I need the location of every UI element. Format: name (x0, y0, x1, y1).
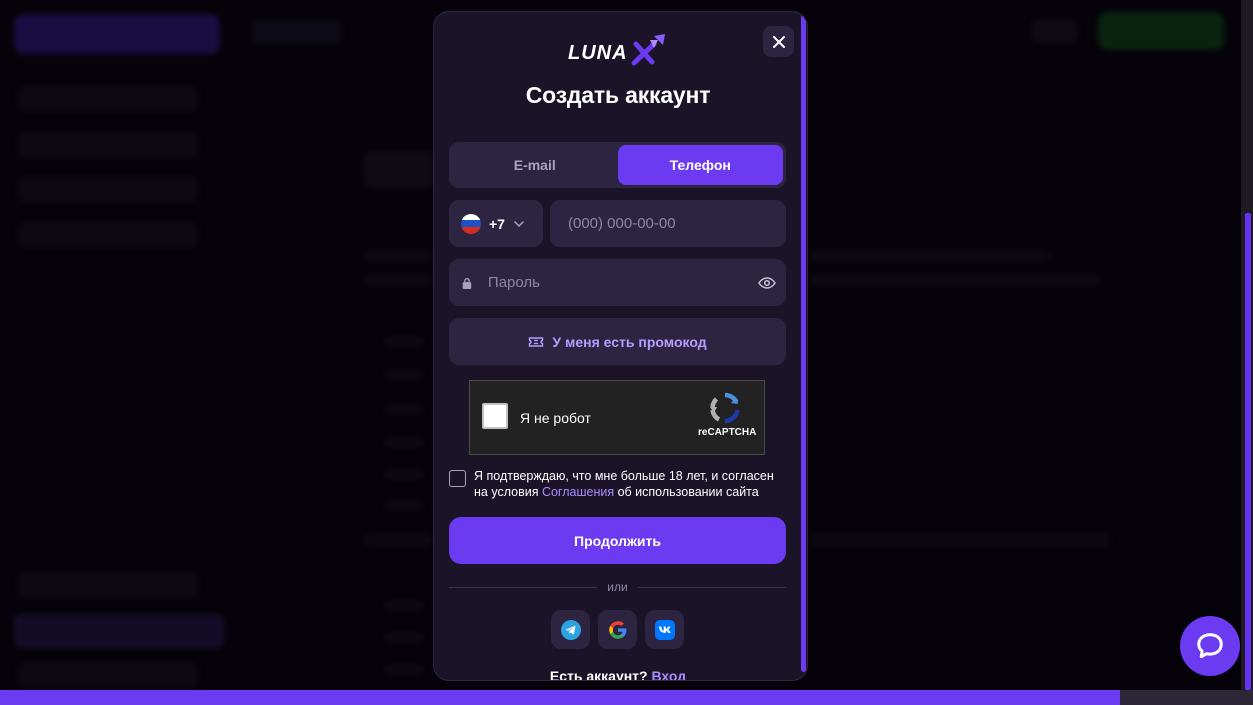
eye-icon[interactable] (758, 276, 776, 290)
login-link[interactable]: Вход (651, 668, 686, 680)
bg-list-item (384, 404, 424, 414)
promo-code-label: У меня есть промокод (552, 333, 707, 350)
bg-register-button (1098, 12, 1224, 50)
bg-sidebar-item (18, 222, 198, 248)
google-icon (608, 620, 626, 639)
or-divider: или (449, 580, 787, 594)
bg-list-item (384, 664, 424, 674)
vk-icon (654, 619, 675, 640)
bg-list-item (384, 438, 424, 448)
ticket-icon (529, 336, 544, 347)
chat-icon (1197, 633, 1223, 659)
google-login-button[interactable] (598, 610, 637, 649)
close-button[interactable] (763, 26, 794, 57)
country-code-select[interactable]: +7 (449, 200, 543, 247)
bg-text-line (364, 274, 434, 286)
recaptcha-brand: reCAPTCHA (698, 427, 757, 438)
recaptcha-icon (710, 392, 740, 424)
lunax-logo: LUNA (568, 34, 665, 66)
tab-phone[interactable]: Телефон (617, 145, 783, 185)
bg-top-tab (252, 20, 342, 44)
auth-method-tabs: E-mail Телефон (449, 142, 786, 188)
country-code: +7 (489, 215, 505, 232)
horizontal-scrollbar-thumb[interactable] (0, 690, 1120, 705)
bg-list-item (384, 632, 424, 642)
bg-login-link (1032, 20, 1078, 42)
modal-title: Создать аккаунт (525, 82, 711, 108)
chat-support-button[interactable] (1180, 616, 1240, 676)
bg-text-line (810, 534, 1110, 546)
svg-text:LUNA: LUNA (568, 42, 628, 64)
login-prompt: Есть аккаунт? Вход (434, 668, 802, 680)
chevron-down-icon (514, 220, 524, 227)
russia-flag-icon (461, 213, 481, 234)
telegram-login-button[interactable] (551, 610, 590, 649)
bg-sidebar-item-active (14, 614, 224, 648)
bg-sidebar-item (18, 662, 198, 688)
social-login-buttons (551, 610, 684, 649)
promo-code-button[interactable]: У меня есть промокод (449, 318, 786, 365)
bg-top-button (14, 14, 220, 54)
bg-sidebar-item (18, 86, 198, 112)
close-icon (772, 35, 785, 48)
bg-text-line (364, 534, 434, 546)
register-modal: LUNA Создать аккаунт E-mail Телефон +7 У… (433, 11, 808, 681)
bg-list-item (384, 500, 424, 510)
telegram-icon (560, 619, 581, 640)
phone-field[interactable] (550, 200, 786, 247)
recaptcha-widget: Я не робот reCAPTCHA (469, 380, 765, 455)
bg-heading (364, 152, 434, 188)
password-field[interactable] (449, 259, 786, 306)
continue-button[interactable]: Продолжить (449, 517, 786, 564)
bg-list-item (384, 600, 424, 610)
age-agreement: Я подтверждаю, что мне больше 18 лет, и … (449, 468, 789, 500)
bg-sidebar-item (18, 132, 198, 158)
age-agreement-text: Я подтверждаю, что мне больше 18 лет, и … (474, 469, 774, 499)
bg-text-line (810, 274, 1100, 286)
agreement-link[interactable]: Соглашения (542, 485, 614, 499)
password-input[interactable] (485, 273, 758, 292)
page-scrollbar-thumb[interactable] (1245, 213, 1251, 690)
bg-text-line (364, 250, 434, 262)
or-divider-label: или (607, 580, 628, 594)
modal-scrollbar[interactable] (801, 15, 806, 672)
vk-login-button[interactable] (645, 610, 684, 649)
age-agreement-checkbox[interactable] (449, 470, 466, 487)
bg-sidebar-item (18, 572, 198, 598)
bg-list-item (384, 336, 424, 346)
bg-list-item (384, 470, 424, 480)
tab-email[interactable]: E-mail (452, 145, 618, 185)
bg-sidebar-item (18, 176, 198, 202)
bg-text-line (810, 250, 1050, 262)
bg-list-item (384, 370, 424, 380)
recaptcha-checkbox[interactable] (482, 403, 508, 429)
lock-icon (462, 277, 472, 289)
phone-input[interactable] (566, 214, 786, 233)
recaptcha-label: Я не робот (520, 410, 591, 426)
